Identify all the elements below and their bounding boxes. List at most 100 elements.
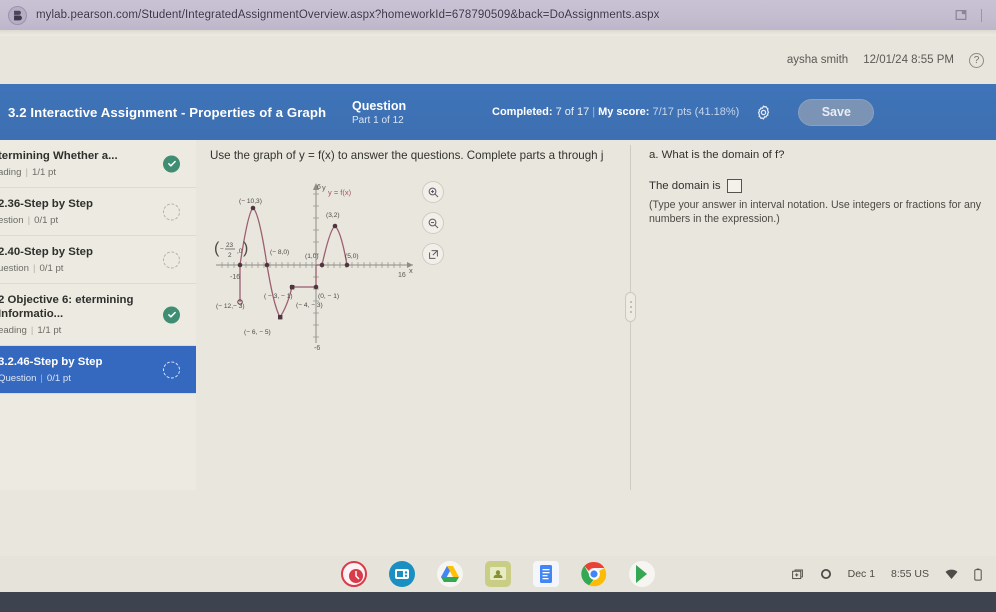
sidebar-item-type: estion (0, 215, 24, 226)
sidebar-item-title: 3.2.46-Step by Step (0, 356, 103, 368)
sidebar-item-title: 2.40-Step by Step (0, 246, 93, 258)
sidebar-item-sub: uestion | 0/1 pt (0, 263, 64, 274)
answer-row: The domain is (649, 179, 986, 193)
status-badge-incomplete (163, 203, 180, 220)
page-title: 3.2 Interactive Assignment - Properties … (8, 104, 327, 120)
capture-icon[interactable] (820, 568, 832, 580)
status-badge-incomplete (163, 361, 180, 378)
zoom-out-icon[interactable] (422, 212, 444, 234)
svg-text:y = f(x): y = f(x) (328, 188, 352, 197)
window-icon[interactable] (954, 8, 968, 22)
sidebar-item-0[interactable]: termining Whether a... ading | 1/1 pt (0, 140, 196, 188)
graph-toolbar (422, 181, 444, 265)
sidebar-item-points: 1/1 pt (31, 167, 56, 178)
screen: mylab.pearson.com/Student/IntegratedAssi… (0, 0, 996, 612)
shelf-date[interactable]: Dec 1 (848, 568, 875, 580)
chrome-icon[interactable] (581, 561, 607, 587)
url-divider (981, 8, 982, 22)
play-store-icon[interactable] (629, 561, 655, 587)
svg-text:(3,2): (3,2) (326, 212, 340, 219)
answer-hint: (Type your answer in interval notation. … (649, 199, 982, 225)
domain-label: The domain is (649, 180, 721, 192)
account-strip: aysha smith 12/01/24 8:55 PM ? (0, 36, 996, 84)
sidebar-item-points: 0/1 pt (34, 215, 59, 226)
completed-value: 7 of 17 (555, 106, 590, 118)
gear-icon[interactable] (755, 104, 772, 121)
sidebar-item-sub: Question | 0/1 pt (0, 373, 71, 384)
svg-text:(5,0): (5,0) (345, 253, 359, 260)
content-area: termining Whether a... ading | 1/1 pt 2.36… (0, 140, 996, 578)
part-question: a. What is the domain of f? (649, 149, 785, 161)
sidebar-item-title: 2.36-Step by Step (0, 198, 93, 210)
question-meta: Question Part 1 of 12 (340, 99, 480, 126)
svg-text:(− 10,3): (− 10,3) (239, 198, 262, 205)
os-shelf: Dec 1 8:55 US (0, 556, 996, 592)
status-badge-complete (163, 155, 180, 172)
sidebar-item-title: 2 Objective 6: etermining Informatio... (0, 294, 134, 320)
zoom-in-icon[interactable] (422, 181, 444, 203)
question-pane: Use the graph of y = f(x) to answer the … (196, 140, 630, 560)
svg-text:(− 4, − 3): (− 4, − 3) (296, 302, 323, 309)
svg-text:x: x (409, 266, 413, 275)
google-drive-icon[interactable] (437, 561, 463, 587)
help-icon[interactable]: ? (969, 52, 984, 68)
shelf-status-area: Dec 1 8:55 US (791, 556, 982, 592)
svg-text:( − 3, − 1): ( − 3, − 1) (264, 293, 293, 300)
screenshot-icon[interactable] (791, 568, 804, 581)
wifi-icon[interactable] (945, 569, 958, 580)
function-graph: 6 y -6 -16 16 x y = f(x) (− 10,3) (− 8,0… (208, 167, 444, 362)
battery-icon[interactable] (974, 568, 982, 581)
sidebar-item-1[interactable]: 2.36-Step by Step estion | 0/1 pt (0, 188, 196, 236)
score-value: 7/17 pts (41.18%) (652, 106, 740, 118)
svg-text:(0, − 1): (0, − 1) (318, 293, 339, 300)
sidebar-item-2[interactable]: 2.40-Step by Step uestion | 0/1 pt (0, 236, 196, 284)
save-button[interactable]: Save (798, 98, 875, 126)
launcher-icon[interactable] (341, 561, 367, 587)
domain-input[interactable] (726, 179, 742, 193)
url-text[interactable]: mylab.pearson.com/Student/IntegratedAssi… (36, 9, 954, 21)
sidebar-item-4[interactable]: 3.2.46-Step by Step Question | 0/1 pt (0, 346, 196, 394)
url-bar-actions (954, 8, 988, 22)
chat-app-icon[interactable] (389, 561, 415, 587)
question-part: Part 1 of 12 (352, 114, 404, 126)
sidebar-item-title: termining Whether a... (0, 150, 118, 162)
shelf-app-icons (341, 561, 655, 587)
expand-graph-icon[interactable] (422, 243, 444, 265)
svg-text:y: y (322, 183, 326, 192)
account-datetime: 12/01/24 8:55 PM (863, 54, 954, 66)
svg-text:23: 23 (226, 242, 234, 249)
svg-text:2: 2 (228, 252, 232, 259)
sidebar-item-3[interactable]: 2 Objective 6: etermining Informatio... … (0, 284, 196, 346)
sidebar-item-sub: eading | 1/1 pt (0, 325, 62, 336)
desktop-background (0, 592, 996, 612)
svg-text:(− 12,− 3): (− 12,− 3) (216, 303, 245, 310)
progress-summary: Completed: 7 of 17 | My score: 7/17 pts (4… (492, 106, 740, 118)
sidebar-item-type: eading (0, 325, 27, 336)
account-username: aysha smith (786, 54, 849, 66)
bookmark-icon (8, 5, 27, 25)
question-label: Question (352, 98, 407, 113)
google-classroom-icon[interactable] (485, 561, 511, 587)
svg-text:(− 8,0): (− 8,0) (270, 249, 289, 256)
assignment-header: 3.2 Interactive Assignment - Properties … (0, 84, 996, 140)
question-prompt: Use the graph of y = f(x) to answer the … (210, 149, 604, 162)
status-badge-complete (163, 306, 180, 323)
svg-text:,0: ,0 (237, 248, 243, 255)
browser-url-bar: mylab.pearson.com/Student/IntegratedAssi… (0, 0, 996, 30)
svg-text:(1,0): (1,0) (305, 253, 319, 260)
sidebar-item-sub: ading | 1/1 pt (0, 167, 56, 178)
svg-text:-6: -6 (314, 345, 320, 352)
pane-resize-handle[interactable] (625, 292, 636, 322)
score-area: Completed: 7 of 17 | My score: 7/17 pts (4… (492, 98, 875, 126)
svg-text:−: − (220, 246, 224, 253)
sidebar-item-type: uestion (0, 263, 29, 274)
shelf-time[interactable]: 8:55 US (891, 568, 929, 580)
google-docs-icon[interactable] (533, 561, 559, 587)
status-badge-incomplete (163, 251, 180, 268)
sidebar-item-points: 0/1 pt (46, 373, 71, 384)
assignment-sidebar: termining Whether a... ading | 1/1 pt 2.36… (0, 140, 196, 490)
svg-text:16: 16 (398, 272, 406, 279)
sidebar-item-points: 1/1 pt (37, 325, 62, 336)
sidebar-item-type: Question (0, 373, 37, 384)
svg-text:(− 6, − 5): (− 6, − 5) (244, 329, 271, 336)
